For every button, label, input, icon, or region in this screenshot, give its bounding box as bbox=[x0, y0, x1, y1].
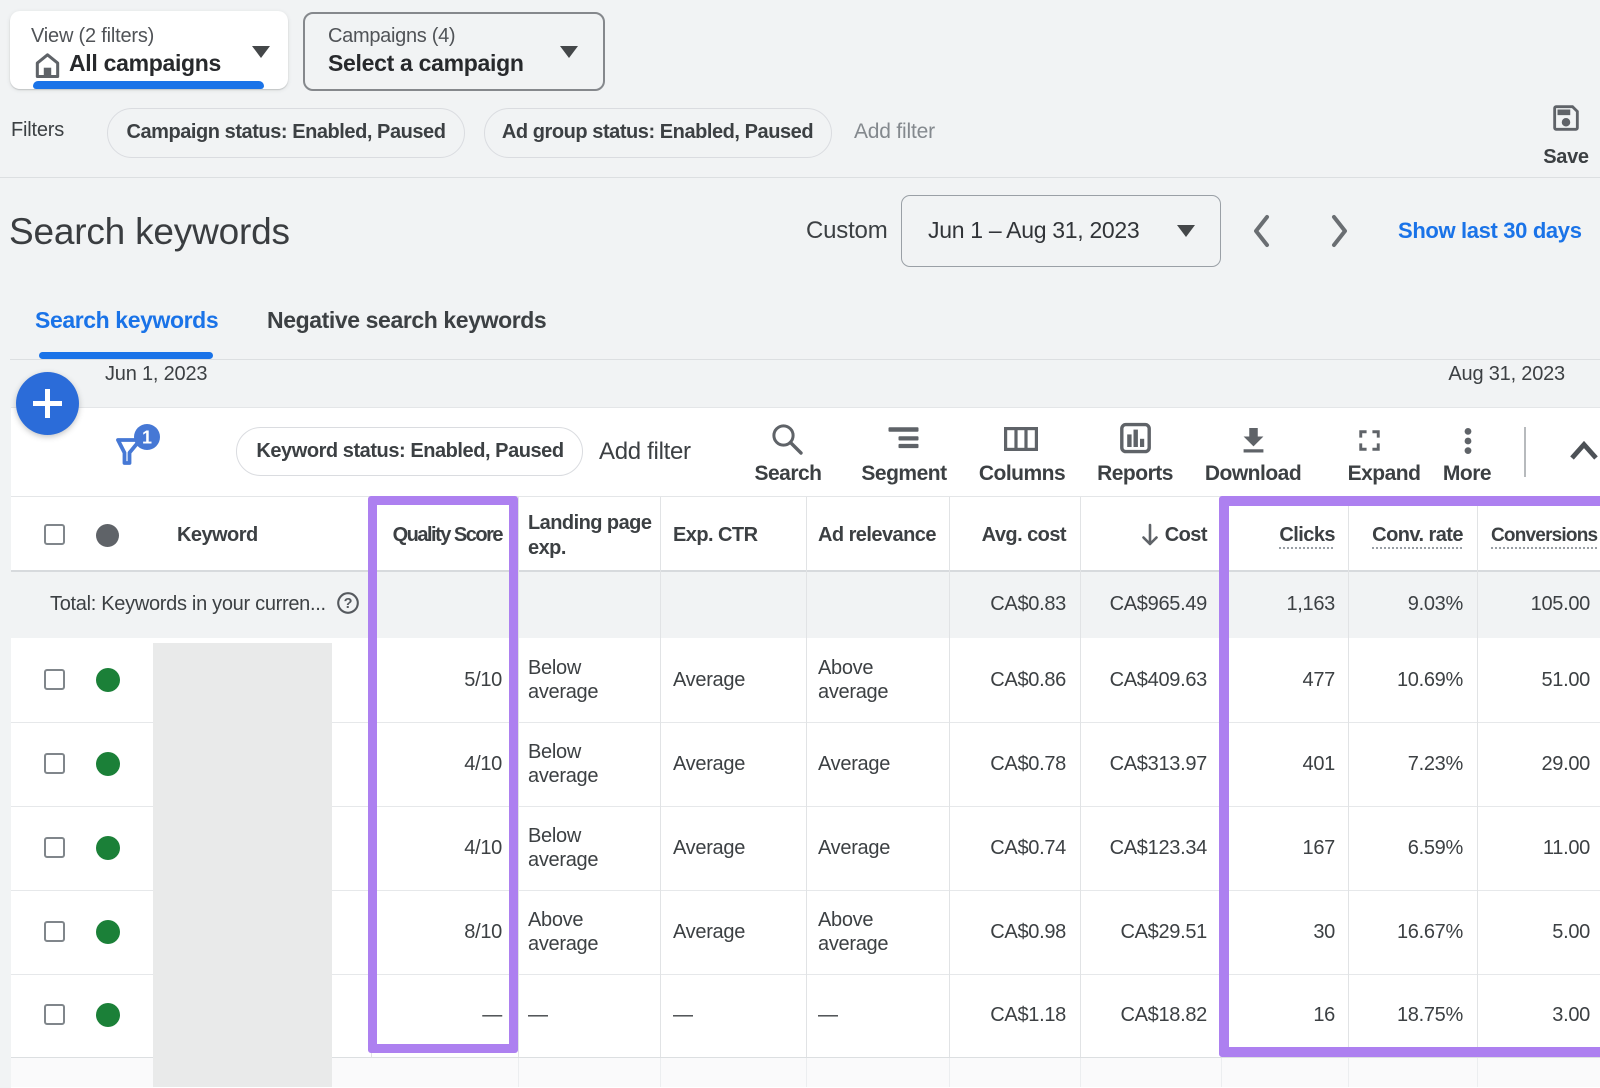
svg-text:?: ? bbox=[344, 596, 353, 612]
svg-text:1: 1 bbox=[142, 428, 152, 448]
